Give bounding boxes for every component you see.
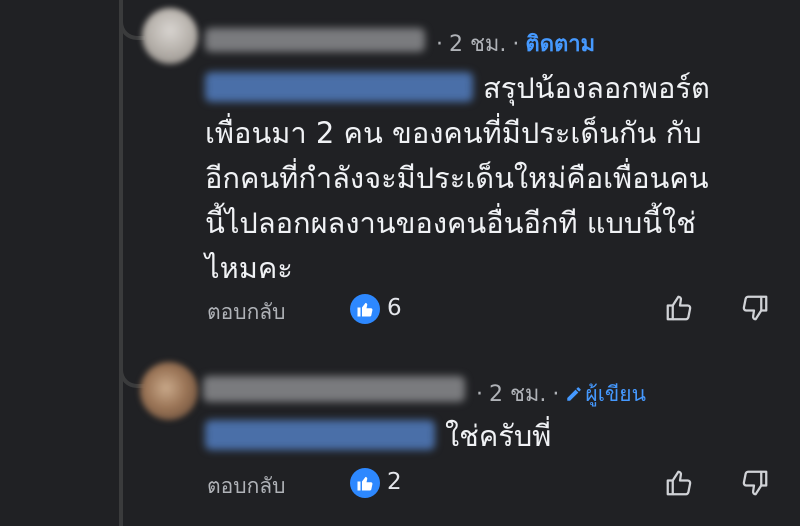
comment-text-line: นี้ไปลอกผลงานของคนอื่นอีกที แบบนี้ใช่ [205,206,696,240]
thread-line [119,0,123,526]
thumbs-up-icon[interactable] [350,294,380,324]
reply-button[interactable]: ตอบกลับ [207,296,286,329]
downvote-icon[interactable] [740,468,770,498]
separator-dot: · [476,382,483,407]
comment-time[interactable]: 2 ชม. [489,382,546,407]
author-badge-label: ผู้เขียน [585,382,646,406]
author-badge: ผู้เขียน [565,382,646,406]
thumbs-up-icon[interactable] [350,468,380,498]
separator-dot: · [512,32,520,57]
comment-text-line: อีกคนที่กำลังจะมีประเด็นใหม่คือเพื่อนคน [205,161,709,195]
follow-button[interactable]: ติดตาม [525,32,595,57]
reply-button[interactable]: ตอบกลับ [207,470,286,503]
upvote-icon[interactable] [664,468,694,498]
comment-text-line: สรุปน้องลอกพอร์ต [483,71,710,105]
like-count: 2 [387,469,402,495]
avatar[interactable] [142,8,198,64]
separator-dot: · [552,382,560,407]
like-count: 6 [387,295,402,321]
pencil-icon [567,387,582,401]
comment-text: สรุปน้องลอกพอร์ตเพื่อนมา 2 คน ของคนที่มี… [205,66,710,291]
comment-text-line: ไหมคะ [205,251,293,285]
author-name-redacted[interactable] [205,28,425,52]
comment-text-line: เพื่อนมา 2 คน ของคนที่มีประเด็นกัน กับ [205,116,702,150]
mention-redacted[interactable] [205,420,435,450]
comment-meta: · 2 ชม. · ผู้เขียน [470,376,646,411]
comment-meta: · 2 ชม. · ติดตาม [430,26,595,61]
upvote-icon[interactable] [664,293,694,323]
separator-dot: · [436,32,443,57]
comment-text-line: ใช่ครับพี่ [445,419,552,453]
comment-text: ใช่ครับพี่ [445,414,551,459]
downvote-icon[interactable] [740,293,770,323]
author-name-redacted[interactable] [203,376,465,402]
comment-time[interactable]: 2 ชม. [449,32,506,57]
avatar[interactable] [140,362,198,420]
